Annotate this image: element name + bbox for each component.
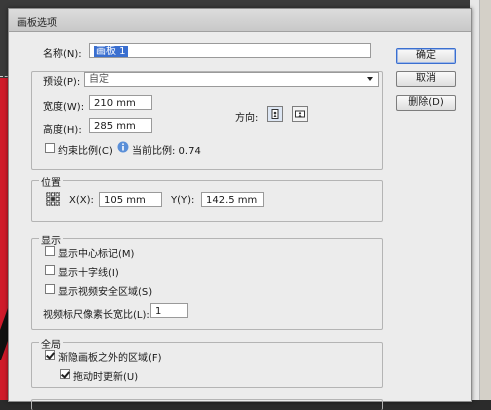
show-center-mark-label: 显示中心标记(M): [58, 249, 135, 260]
current-ratio-label: 当前比例: 0.74: [132, 146, 201, 157]
pixel-aspect-ratio-label: 视频标尺像素长宽比(L):: [43, 310, 150, 321]
show-video-safe-areas-checkbox[interactable]: [45, 284, 55, 294]
name-input[interactable]: 画板 1: [89, 43, 371, 58]
show-video-safe-areas-label: 显示视频安全区域(S): [58, 287, 153, 298]
portrait-orientation-icon[interactable]: [267, 106, 283, 122]
height-input[interactable]: 285 mm: [89, 118, 152, 133]
height-label: 高度(H):: [43, 125, 82, 136]
next-group: [31, 399, 383, 410]
update-while-dragging-checkbox[interactable]: [60, 369, 70, 379]
fade-outside-artboard-label: 渐隐画板之外的区域(F): [58, 353, 162, 364]
show-cross-hairs-label: 显示十字线(I): [58, 268, 119, 279]
x-input[interactable]: 105 mm: [99, 192, 162, 207]
artboard-options-dialog: 画板选项 名称(N): 画板 1 预设(P): 自定 宽度(W): 210 mm…: [8, 8, 472, 410]
dialog-title: 画板选项: [17, 18, 57, 29]
update-while-dragging-label: 拖动时更新(U): [73, 372, 139, 383]
constrain-proportions-checkbox[interactable]: [45, 143, 55, 153]
reference-point-icon[interactable]: [46, 192, 60, 206]
delete-button[interactable]: 删除(D): [396, 95, 456, 111]
chevron-down-icon: [367, 77, 373, 81]
width-input[interactable]: 210 mm: [89, 95, 152, 110]
preset-value: 自定: [89, 74, 109, 85]
show-cross-hairs-checkbox[interactable]: [45, 265, 55, 275]
ok-button[interactable]: 确定: [396, 48, 456, 64]
info-icon: [117, 141, 129, 153]
fade-outside-artboard-checkbox[interactable]: [45, 350, 55, 360]
preset-select[interactable]: 自定: [84, 72, 379, 87]
position-group-label: 位置: [39, 174, 63, 189]
name-input-value: 画板 1: [94, 46, 128, 57]
preset-label: 预设(P):: [43, 77, 81, 88]
x-label: X(X):: [69, 195, 94, 206]
dialog-titlebar[interactable]: 画板选项: [9, 9, 471, 32]
y-input[interactable]: 142.5 mm: [201, 192, 264, 207]
y-label: Y(Y):: [171, 195, 195, 206]
cancel-button[interactable]: 取消: [396, 71, 456, 87]
constrain-proportions-label: 约束比例(C): [58, 146, 113, 157]
width-label: 宽度(W):: [43, 102, 85, 113]
orientation-label: 方向:: [235, 113, 259, 124]
landscape-orientation-icon[interactable]: [292, 106, 308, 122]
name-label: 名称(N):: [43, 49, 82, 60]
pixel-aspect-ratio-input[interactable]: 1: [150, 303, 188, 318]
show-center-mark-checkbox[interactable]: [45, 246, 55, 256]
background-scrollbar: [479, 0, 491, 400]
